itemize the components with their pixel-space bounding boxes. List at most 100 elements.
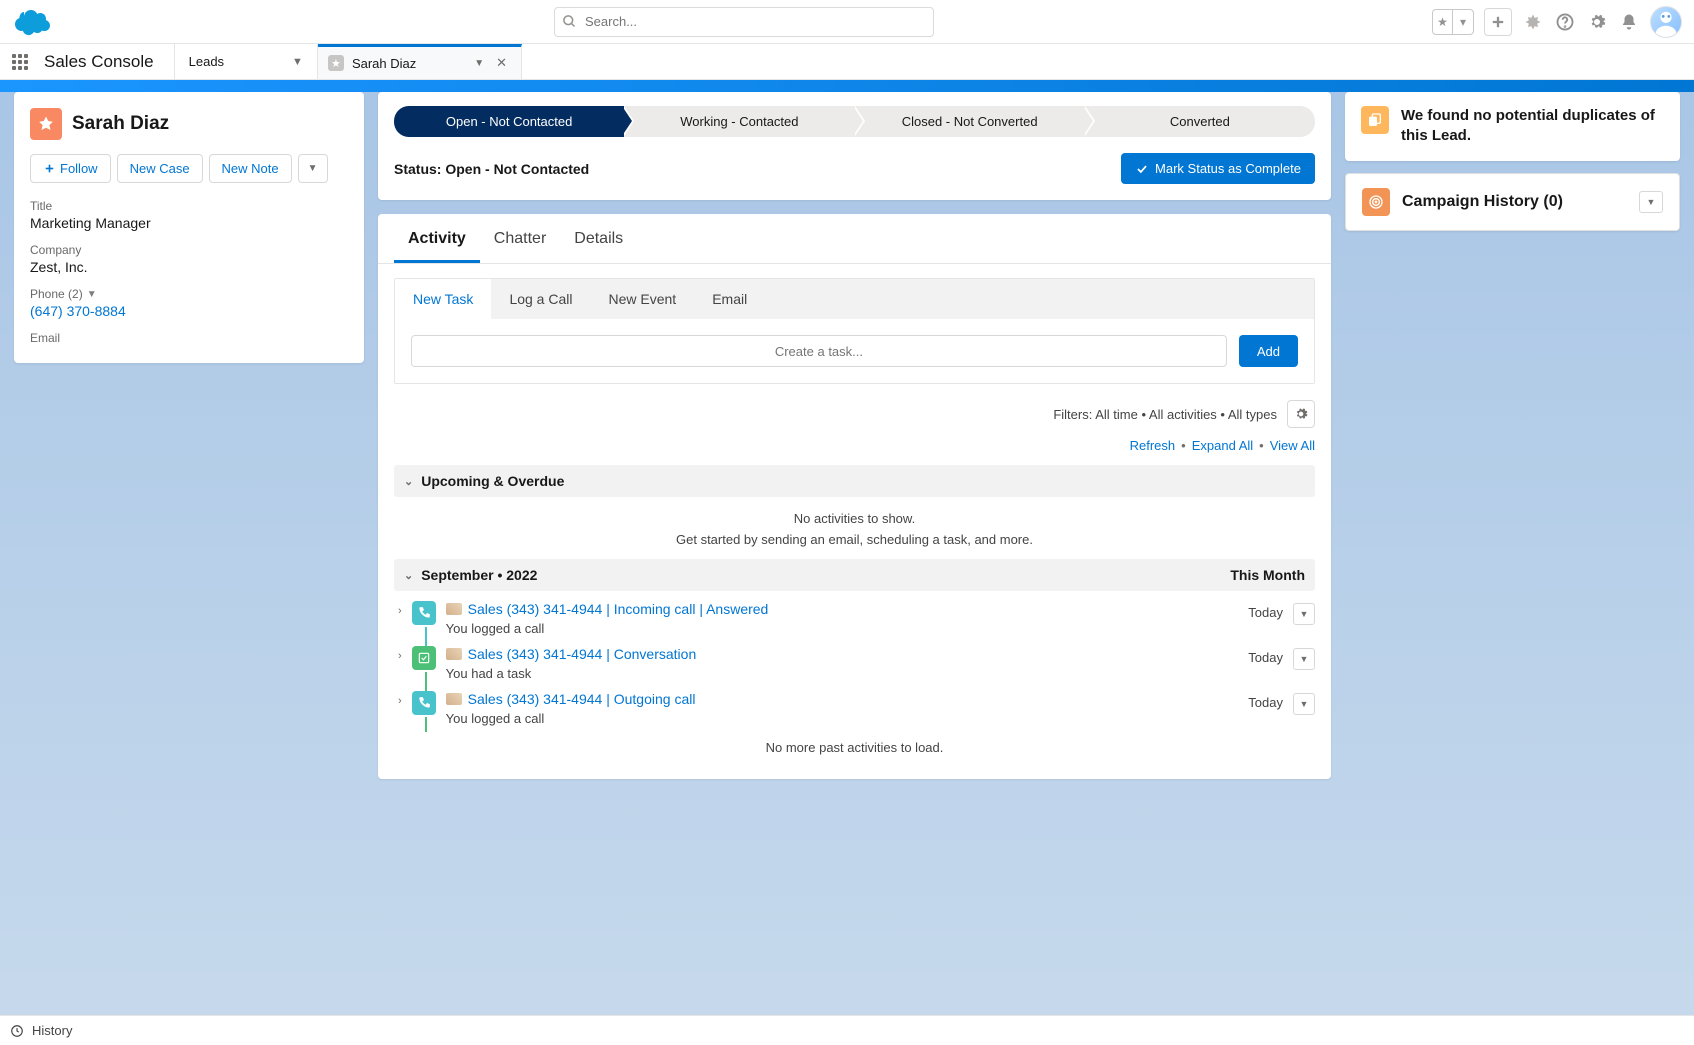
duplicates-icon: [1361, 106, 1389, 134]
more-actions-button[interactable]: ▼: [298, 154, 328, 183]
tab-activity[interactable]: Activity: [394, 214, 480, 263]
path-stage-converted[interactable]: Converted: [1085, 106, 1315, 137]
notifications-bell-icon[interactable]: [1618, 8, 1640, 36]
view-all-link[interactable]: View All: [1270, 438, 1315, 453]
timeline-item-subtitle: You logged a call: [446, 621, 1239, 636]
timeline-item: › Sales (343) 341-4944 | Outgoing call Y…: [394, 681, 1315, 726]
follow-button[interactable]: Follow: [30, 154, 111, 183]
phone-dropdown-icon[interactable]: ▼: [87, 289, 97, 300]
empty-activities-line2: Get started by sending an email, schedul…: [394, 532, 1315, 547]
new-case-button[interactable]: New Case: [117, 154, 203, 183]
close-tab-icon[interactable]: ✕: [492, 55, 511, 71]
follow-label: Follow: [60, 161, 98, 176]
month-section-header[interactable]: ⌄ September • 2022 This Month: [394, 559, 1315, 591]
main-layout: Sarah Diaz Follow New Case New Note ▼ Ti…: [0, 92, 1694, 1015]
path-stage-working[interactable]: Working - Contacted: [624, 106, 854, 137]
chevron-down-icon[interactable]: ▼: [292, 56, 303, 68]
mark-status-complete-button[interactable]: Mark Status as Complete: [1121, 153, 1315, 184]
filter-settings-button[interactable]: [1287, 400, 1315, 428]
new-note-button[interactable]: New Note: [209, 154, 292, 183]
tab-details[interactable]: Details: [560, 214, 637, 263]
history-label[interactable]: History: [32, 1023, 72, 1038]
record-tabs: Activity Chatter Details: [378, 214, 1331, 264]
timeline-item-title[interactable]: Sales (343) 341-4944 | Outgoing call: [468, 691, 696, 707]
app-navigation-bar: Sales Console Leads ▼ ★ Sarah Diaz ▼ ✕: [0, 44, 1694, 80]
campaign-history-card[interactable]: Campaign History (0) ▼: [1345, 173, 1680, 231]
month-header-label: September • 2022: [421, 567, 537, 583]
refresh-link[interactable]: Refresh: [1130, 438, 1176, 453]
phone-field-label: Phone (2): [30, 287, 83, 301]
timeline-item-title[interactable]: Sales (343) 341-4944 | Incoming call | A…: [468, 601, 769, 617]
nav-tab-label: Leads: [189, 54, 224, 69]
campaign-icon: [1362, 188, 1390, 216]
lead-tab-icon: ★: [328, 55, 344, 71]
phone-field-value[interactable]: (647) 370-8884: [30, 303, 348, 319]
path-stage-open[interactable]: Open - Not Contacted: [394, 106, 624, 137]
expand-item-icon[interactable]: ›: [398, 646, 402, 662]
mark-complete-label: Mark Status as Complete: [1155, 161, 1301, 176]
brand-band: [0, 80, 1694, 92]
global-search: [554, 7, 934, 37]
favorites-button[interactable]: ★▾: [1432, 9, 1474, 35]
email-field-label: Email: [30, 331, 348, 345]
user-avatar[interactable]: [1650, 6, 1682, 38]
lead-name: Sarah Diaz: [72, 113, 169, 135]
empty-activities-line1: No activities to show.: [394, 497, 1315, 532]
company-field-label: Company: [30, 243, 348, 257]
chevron-down-icon[interactable]: ▼: [474, 58, 484, 69]
company-field-value: Zest, Inc.: [30, 259, 348, 275]
composer-tab-email[interactable]: Email: [694, 279, 765, 319]
history-icon[interactable]: [10, 1024, 24, 1038]
timeline-item-menu[interactable]: ▼: [1293, 648, 1315, 670]
title-field-label: Title: [30, 199, 348, 213]
composer-tab-new-event[interactable]: New Event: [590, 279, 694, 319]
composer-tab-new-task[interactable]: New Task: [395, 279, 491, 319]
timeline-item-menu[interactable]: ▼: [1293, 603, 1315, 625]
month-header-right: This Month: [1230, 567, 1305, 583]
record-type-image: [446, 693, 462, 705]
path-card: Open - Not Contacted Working - Contacted…: [378, 92, 1331, 200]
expand-item-icon[interactable]: ›: [398, 691, 402, 707]
lead-entity-icon: [30, 108, 62, 140]
activity-composer: New Task Log a Call New Event Email Add: [394, 278, 1315, 384]
upcoming-section-header[interactable]: ⌄ Upcoming & Overdue: [394, 465, 1315, 497]
path-stage-closed[interactable]: Closed - Not Converted: [855, 106, 1085, 137]
call-icon: [412, 691, 436, 715]
global-header: ★▾: [0, 0, 1694, 44]
nav-tab-leads[interactable]: Leads ▼: [175, 44, 318, 79]
timeline-item-title[interactable]: Sales (343) 341-4944 | Conversation: [468, 646, 697, 662]
timeline-item-date: Today: [1248, 695, 1283, 710]
utility-bar: History: [0, 1015, 1694, 1045]
help-icon[interactable]: [1554, 8, 1576, 36]
salesforce-logo[interactable]: [12, 7, 56, 37]
campaign-menu-button[interactable]: ▼: [1639, 191, 1663, 213]
tab-chatter[interactable]: Chatter: [480, 214, 560, 263]
add-task-button[interactable]: Add: [1239, 335, 1298, 367]
timeline-items: › Sales (343) 341-4944 | Incoming call |…: [394, 591, 1315, 726]
expand-all-link[interactable]: Expand All: [1192, 438, 1253, 453]
timeline-item: › Sales (343) 341-4944 | Incoming call |…: [394, 591, 1315, 636]
guidance-center-icon[interactable]: [1522, 8, 1544, 36]
right-column: We found no potential duplicates of this…: [1345, 92, 1680, 1015]
path-stages: Open - Not Contacted Working - Contacted…: [394, 106, 1315, 137]
composer-tab-log-call[interactable]: Log a Call: [491, 279, 590, 319]
chevron-down-icon[interactable]: ⌄: [404, 475, 413, 488]
timeline-item-subtitle: You had a task: [446, 666, 1239, 681]
timeline-item-subtitle: You logged a call: [446, 711, 1239, 726]
timeline-item-date: Today: [1248, 650, 1283, 665]
record-type-image: [446, 648, 462, 660]
search-input[interactable]: [554, 7, 934, 37]
global-actions-button[interactable]: [1484, 8, 1512, 36]
workspace-tab-lead[interactable]: ★ Sarah Diaz ▼ ✕: [318, 44, 522, 79]
expand-item-icon[interactable]: ›: [398, 601, 402, 617]
create-task-input[interactable]: [411, 335, 1227, 367]
setup-gear-icon[interactable]: [1586, 8, 1608, 36]
task-icon: [412, 646, 436, 670]
activity-card: Activity Chatter Details New Task Log a …: [378, 214, 1331, 779]
activity-filters-text: Filters: All time • All activities • All…: [1053, 407, 1277, 422]
timeline-footer-message: No more past activities to load.: [394, 726, 1315, 759]
chevron-down-icon[interactable]: ⌄: [404, 569, 413, 582]
timeline-item-date: Today: [1248, 605, 1283, 620]
app-launcher-icon[interactable]: [0, 54, 40, 70]
timeline-item-menu[interactable]: ▼: [1293, 693, 1315, 715]
